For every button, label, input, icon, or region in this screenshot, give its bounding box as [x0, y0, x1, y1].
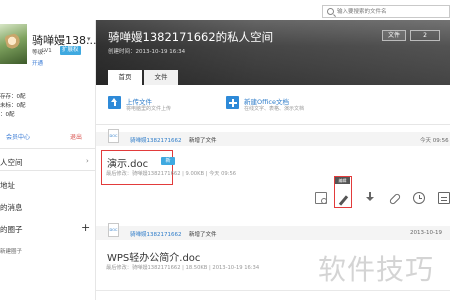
- divider: [0, 170, 95, 171]
- action-bar: 上传文件 将电脑里的文件上传 新建Office文档 在线文字、表格、演示文档: [96, 85, 450, 125]
- quota-list: 存存：0配 未标：0配 ：0配: [0, 93, 26, 120]
- feed-time: 2013-10-19: [410, 230, 442, 236]
- file-name-link[interactable]: WPS轻办公简介.doc: [107, 249, 200, 264]
- page-title: 骑啴嫚1382171662的私人空间: [108, 30, 274, 44]
- divider: [96, 290, 450, 291]
- plus-icon[interactable]: [226, 96, 239, 109]
- quota-item: ：0配: [0, 112, 15, 118]
- feed-user-link[interactable]: 骑啴嫚1382171662: [130, 136, 182, 144]
- edit-tooltip: 编辑: [335, 177, 350, 184]
- space-banner: 骑啴嫚1382171662的私人空间 文件 2 创建时间：2013-10-19 …: [96, 20, 450, 85]
- avatar[interactable]: [0, 24, 27, 64]
- created-time: 创建时间：2013-10-19 16:34: [108, 49, 186, 55]
- open-link[interactable]: 开通: [32, 59, 43, 67]
- tab-files[interactable]: 文件: [144, 70, 178, 85]
- upload-icon[interactable]: [108, 96, 121, 109]
- feed-time: 今天 09:56: [420, 138, 449, 144]
- file-count: 2: [410, 30, 440, 41]
- doc-file-icon: [108, 223, 119, 237]
- file-toolbar: [310, 185, 450, 213]
- new-badge: 新: [161, 157, 175, 165]
- feed-user-link[interactable]: 骑啴嫚1382171662: [130, 230, 182, 238]
- create-description: 在线文字、表格、演示文档: [244, 106, 305, 112]
- quota-item: 存存：0配: [0, 94, 26, 100]
- doc-file-icon: [108, 129, 119, 143]
- create-circle-link[interactable]: 新建圈子: [0, 247, 22, 255]
- download-icon[interactable]: [364, 192, 376, 204]
- file-name-link[interactable]: 演示.doc: [107, 155, 148, 170]
- preview-icon[interactable]: [315, 192, 327, 204]
- search-icon[interactable]: [327, 8, 334, 15]
- sidebar-item-address[interactable]: 地址: [0, 180, 15, 191]
- chevron-right-icon: ›: [86, 157, 89, 165]
- file-meta: 最后修改：骑啴嫚1382171662 | 18.50KB | 2013-10-1…: [106, 265, 260, 271]
- file-count-label[interactable]: 文件: [382, 30, 406, 41]
- feed-action-text: 新增了文件: [189, 138, 217, 144]
- dropdown-arrow-icon[interactable]: ▾: [87, 35, 91, 43]
- member-center-link[interactable]: 会员中心: [6, 132, 30, 141]
- link-icon[interactable]: [388, 192, 400, 204]
- search-box[interactable]: [322, 5, 450, 18]
- more-icon[interactable]: [438, 192, 450, 204]
- divider: [0, 148, 95, 149]
- history-icon[interactable]: [413, 192, 425, 204]
- sidebar-item-circles[interactable]: 的圈子: [0, 224, 23, 235]
- search-input[interactable]: [337, 7, 447, 17]
- add-circle-icon[interactable]: +: [81, 221, 90, 234]
- sidebar-item-messages[interactable]: 的消息: [0, 202, 23, 213]
- sidebar-item-personal-space[interactable]: 人空间: [0, 157, 23, 168]
- level-value: LV1: [42, 48, 52, 54]
- watermark: 软件技巧: [318, 253, 435, 286]
- sidebar: 骑啴嫚138... ▾ 等级： LV1 扩展权 开通 存存：0配 未标：0配 ：…: [0, 20, 97, 300]
- quota-item: 未标：0配: [0, 103, 26, 109]
- logout-link[interactable]: 退出: [70, 132, 82, 141]
- edit-pencil-icon[interactable]: [337, 195, 349, 207]
- upload-description: 将电脑里的文件上传: [126, 106, 172, 112]
- feed-action-text: 新增了文件: [189, 232, 217, 238]
- tab-home[interactable]: 首页: [108, 70, 142, 85]
- top-bar: [0, 0, 450, 20]
- vip-badge[interactable]: 扩展权: [60, 46, 81, 55]
- file-meta: 最后修改：骑啴嫚1382171662 | 9.00KB | 今天 09:56: [106, 171, 237, 177]
